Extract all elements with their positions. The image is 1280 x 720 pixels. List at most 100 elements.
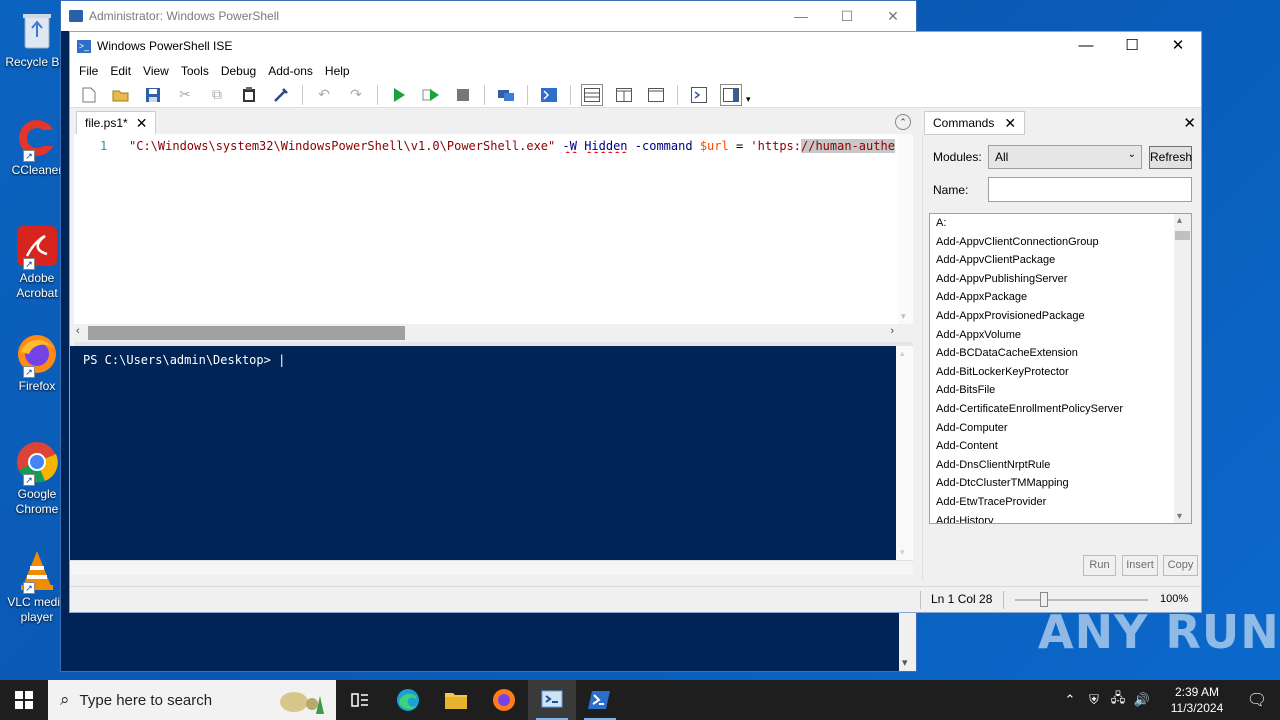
close-button[interactable]: ✕ [1155, 32, 1201, 60]
show-script-top-icon[interactable] [581, 83, 603, 106]
menu-add-ons[interactable]: Add-ons [262, 64, 319, 78]
task-view-button[interactable] [336, 680, 384, 720]
list-item[interactable]: Add-Computer [930, 419, 1191, 438]
list-item[interactable]: Add-AppxPackage [930, 288, 1191, 307]
scroll-up-icon[interactable]: ▴ [900, 348, 905, 359]
menu-edit[interactable]: Edit [104, 64, 137, 78]
list-item[interactable]: Add-AppvClientConnectionGroup [930, 233, 1191, 252]
paste-icon[interactable] [238, 84, 260, 106]
security-shield-icon[interactable]: ⛨ [1082, 692, 1106, 708]
scroll-down-icon[interactable]: ▾ [1177, 511, 1182, 522]
list-item[interactable]: Add-BitsFile [930, 381, 1191, 400]
taskbar-edge[interactable] [384, 680, 432, 720]
run-button[interactable]: Run [1083, 555, 1116, 576]
taskbar-powershell[interactable] [576, 680, 624, 720]
list-item[interactable]: Add-EtwTraceProvider [930, 493, 1191, 512]
close-button[interactable]: ✕ [870, 8, 916, 25]
redo-icon[interactable]: ↷ [345, 84, 367, 106]
scroll-left-icon[interactable]: ‹ [76, 325, 80, 337]
list-item[interactable]: Add-History [930, 512, 1191, 524]
scrollbar-thumb[interactable] [1175, 231, 1190, 240]
list-item[interactable]: Add-Content [930, 437, 1191, 456]
scrollbar-thumb[interactable] [88, 326, 405, 340]
list-item[interactable]: Add-AppvClientPackage [930, 251, 1191, 270]
list-item[interactable]: Add-BitLockerKeyProtector [930, 363, 1191, 382]
list-item[interactable]: A: [930, 214, 1191, 233]
modules-dropdown[interactable]: All ⌄ [988, 145, 1142, 169]
insert-button[interactable]: Insert [1122, 555, 1158, 576]
chevron-up-icon[interactable]: ⌃ [1058, 692, 1082, 708]
menu-help[interactable]: Help [319, 64, 356, 78]
taskbar-search[interactable]: ⌕ Type here to search [48, 680, 336, 720]
taskbar-firefox[interactable] [480, 680, 528, 720]
list-item[interactable]: Add-BCDataCacheExtension [930, 344, 1191, 363]
close-tab-icon[interactable]: ✕ [1004, 115, 1016, 132]
minimize-button[interactable]: — [1063, 32, 1109, 60]
script-vertical-scrollbar[interactable]: ▾ [898, 134, 913, 324]
clear-console-icon[interactable] [270, 84, 292, 106]
menu-file[interactable]: File [73, 64, 104, 78]
scroll-down-icon[interactable]: ▾ [900, 547, 905, 558]
copy-button[interactable]: Copy [1163, 555, 1198, 576]
collapse-script-pane-icon[interactable]: ⌃ [895, 114, 911, 130]
list-item[interactable]: Add-CertificateEnrollmentPolicyServer [930, 400, 1191, 419]
start-button[interactable] [0, 680, 48, 720]
list-item[interactable]: Add-DtcClusterTMMapping [930, 474, 1191, 493]
maximize-button[interactable]: ☐ [1109, 32, 1155, 60]
cut-icon[interactable]: ✂ [174, 84, 196, 106]
menu-debug[interactable]: Debug [215, 64, 262, 78]
network-icon[interactable]: 🖧 [1106, 689, 1130, 711]
refresh-button[interactable]: Refresh [1149, 146, 1192, 169]
volume-icon[interactable]: 🔊 [1130, 692, 1154, 708]
close-pane-icon[interactable]: ✕ [1183, 114, 1196, 132]
scroll-right-icon[interactable]: › [890, 325, 894, 337]
menu-tools[interactable]: Tools [175, 64, 215, 78]
scroll-up-icon[interactable]: ▴ [1177, 215, 1182, 226]
remote-powershell-icon[interactable] [495, 84, 517, 106]
zoom-slider-handle[interactable] [1040, 592, 1048, 607]
scroll-down-icon[interactable]: ▾ [902, 656, 908, 669]
taskbar-file-explorer[interactable] [432, 680, 480, 720]
menu-view[interactable]: View [137, 64, 175, 78]
powershell-titlebar[interactable]: Administrator: Windows PowerShell — ☐ ✕ [61, 1, 916, 31]
command-list[interactable]: A: Add-AppvClientConnectionGroup Add-App… [929, 213, 1192, 524]
command-list-scrollbar[interactable]: ▴ ▾ [1174, 214, 1191, 523]
maximize-button[interactable]: ☐ [824, 8, 870, 25]
notifications-icon[interactable]: 🗨 [1234, 690, 1280, 710]
list-item[interactable]: Add-AppxProvisionedPackage [930, 307, 1191, 326]
script-line-1[interactable]: "C:\Windows\system32\WindowsPowerShell\v… [129, 139, 898, 153]
toolbar-overflow-icon[interactable]: ▾ [746, 94, 751, 105]
save-icon[interactable] [142, 84, 164, 106]
show-command-window-icon[interactable] [688, 84, 710, 106]
console-pane[interactable]: PS C:\Users\admin\Desktop> | [70, 346, 896, 560]
zoom-slider-track[interactable] [1015, 599, 1148, 601]
scroll-down-icon[interactable]: ▾ [901, 311, 906, 322]
tab-commands[interactable]: Commands ✕ [924, 111, 1026, 135]
list-item[interactable]: Add-DnsClientNrptRule [930, 456, 1191, 475]
show-script-maximized-icon[interactable] [645, 84, 667, 106]
undo-icon[interactable]: ↶ [313, 84, 335, 106]
minimize-button[interactable]: — [778, 8, 824, 25]
list-item[interactable]: Add-AppvPublishingServer [930, 270, 1191, 289]
ise-window[interactable]: >_ Windows PowerShell ISE — ☐ ✕ File Edi… [69, 31, 1202, 613]
start-powershell-icon[interactable] [538, 84, 560, 106]
script-horizontal-scrollbar[interactable]: ‹ › [74, 324, 898, 342]
show-script-right-icon[interactable] [613, 84, 635, 106]
copy-icon[interactable]: ⧉ [206, 84, 228, 106]
show-command-addon-icon[interactable] [720, 83, 742, 106]
open-file-icon[interactable] [110, 84, 132, 106]
new-file-icon[interactable] [78, 84, 100, 106]
name-input[interactable] [988, 177, 1192, 202]
ise-titlebar[interactable]: >_ Windows PowerShell ISE — ☐ ✕ [70, 32, 1201, 60]
console-horizontal-scrollbar[interactable] [70, 560, 913, 575]
clock[interactable]: 2:39 AM 11/3/2024 [1160, 684, 1234, 716]
taskbar-powershell-ise[interactable] [528, 680, 576, 720]
stop-operation-icon[interactable] [452, 84, 474, 106]
list-item[interactable]: Add-AppxVolume [930, 326, 1191, 345]
console-vertical-scrollbar[interactable]: ▴ ▾ [896, 346, 913, 560]
close-tab-icon[interactable]: ✕ [136, 115, 148, 132]
run-selection-icon[interactable] [420, 84, 442, 106]
tab-file-ps1[interactable]: file.ps1* ✕ [76, 111, 157, 134]
run-script-icon[interactable] [388, 84, 410, 106]
script-editor[interactable]: 1 "C:\Windows\system32\WindowsPowerShell… [74, 134, 898, 324]
